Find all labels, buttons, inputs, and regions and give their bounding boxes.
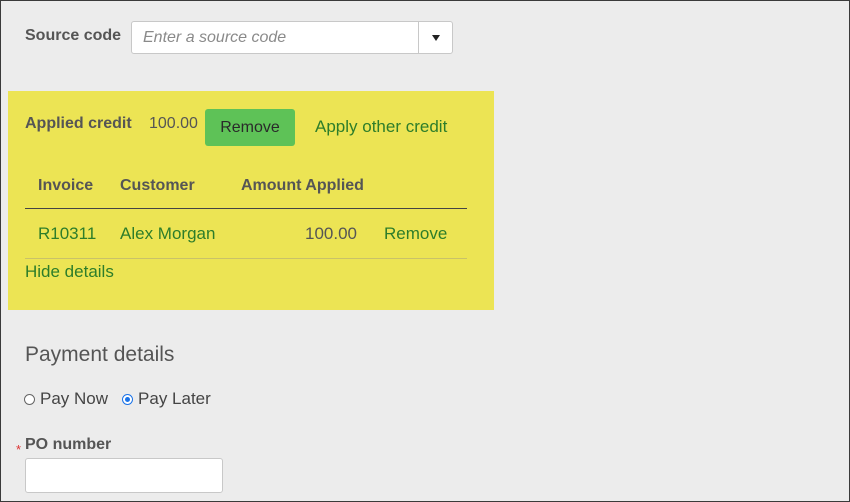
payment-details-heading: Payment details xyxy=(25,343,175,366)
pay-later-label: Pay Later xyxy=(138,389,211,408)
hide-details-link[interactable]: Hide details xyxy=(25,262,114,282)
applied-credit-amount: 100.00 xyxy=(149,115,198,132)
apply-other-credit-link[interactable]: Apply other credit xyxy=(315,117,447,137)
po-number-label: PO number xyxy=(25,436,112,453)
remove-credit-button[interactable]: Remove xyxy=(205,109,295,146)
pay-now-option[interactable]: Pay Now xyxy=(24,389,108,409)
pay-now-label: Pay Now xyxy=(40,389,109,408)
source-code-label: Source code xyxy=(25,27,122,44)
po-number-input[interactable] xyxy=(25,458,223,493)
table-row: R10311 Alex Morgan 100.00 Remove xyxy=(25,208,467,259)
required-asterisk-icon: * xyxy=(16,442,22,457)
source-code-dropdown-button[interactable] xyxy=(418,22,452,53)
radio-unchecked-icon[interactable] xyxy=(24,393,35,405)
table-header-row: Invoice Customer Amount Applied xyxy=(25,163,467,209)
source-code-select[interactable] xyxy=(131,21,453,54)
source-code-input[interactable] xyxy=(132,22,420,53)
amount-applied-value: 100.00 xyxy=(305,223,357,243)
column-header-action xyxy=(367,163,467,209)
applied-credit-panel: Applied credit 100.00 Remove Apply other… xyxy=(8,91,494,310)
invoice-link[interactable]: R10311 xyxy=(38,224,96,243)
pay-later-option[interactable]: Pay Later xyxy=(122,389,211,409)
row-remove-link[interactable]: Remove xyxy=(384,224,447,243)
credit-table: Invoice Customer Amount Applied R10311 A… xyxy=(25,163,467,259)
chevron-down-icon xyxy=(431,34,440,41)
payment-option-group: Pay Now Pay Later xyxy=(24,389,225,409)
applied-credit-label: Applied credit xyxy=(25,115,132,132)
column-header-customer: Customer xyxy=(120,163,241,209)
column-header-amount-applied: Amount Applied xyxy=(241,163,367,209)
radio-checked-icon[interactable] xyxy=(122,393,134,405)
column-header-invoice: Invoice xyxy=(25,163,120,209)
customer-link[interactable]: Alex Morgan xyxy=(120,224,215,243)
